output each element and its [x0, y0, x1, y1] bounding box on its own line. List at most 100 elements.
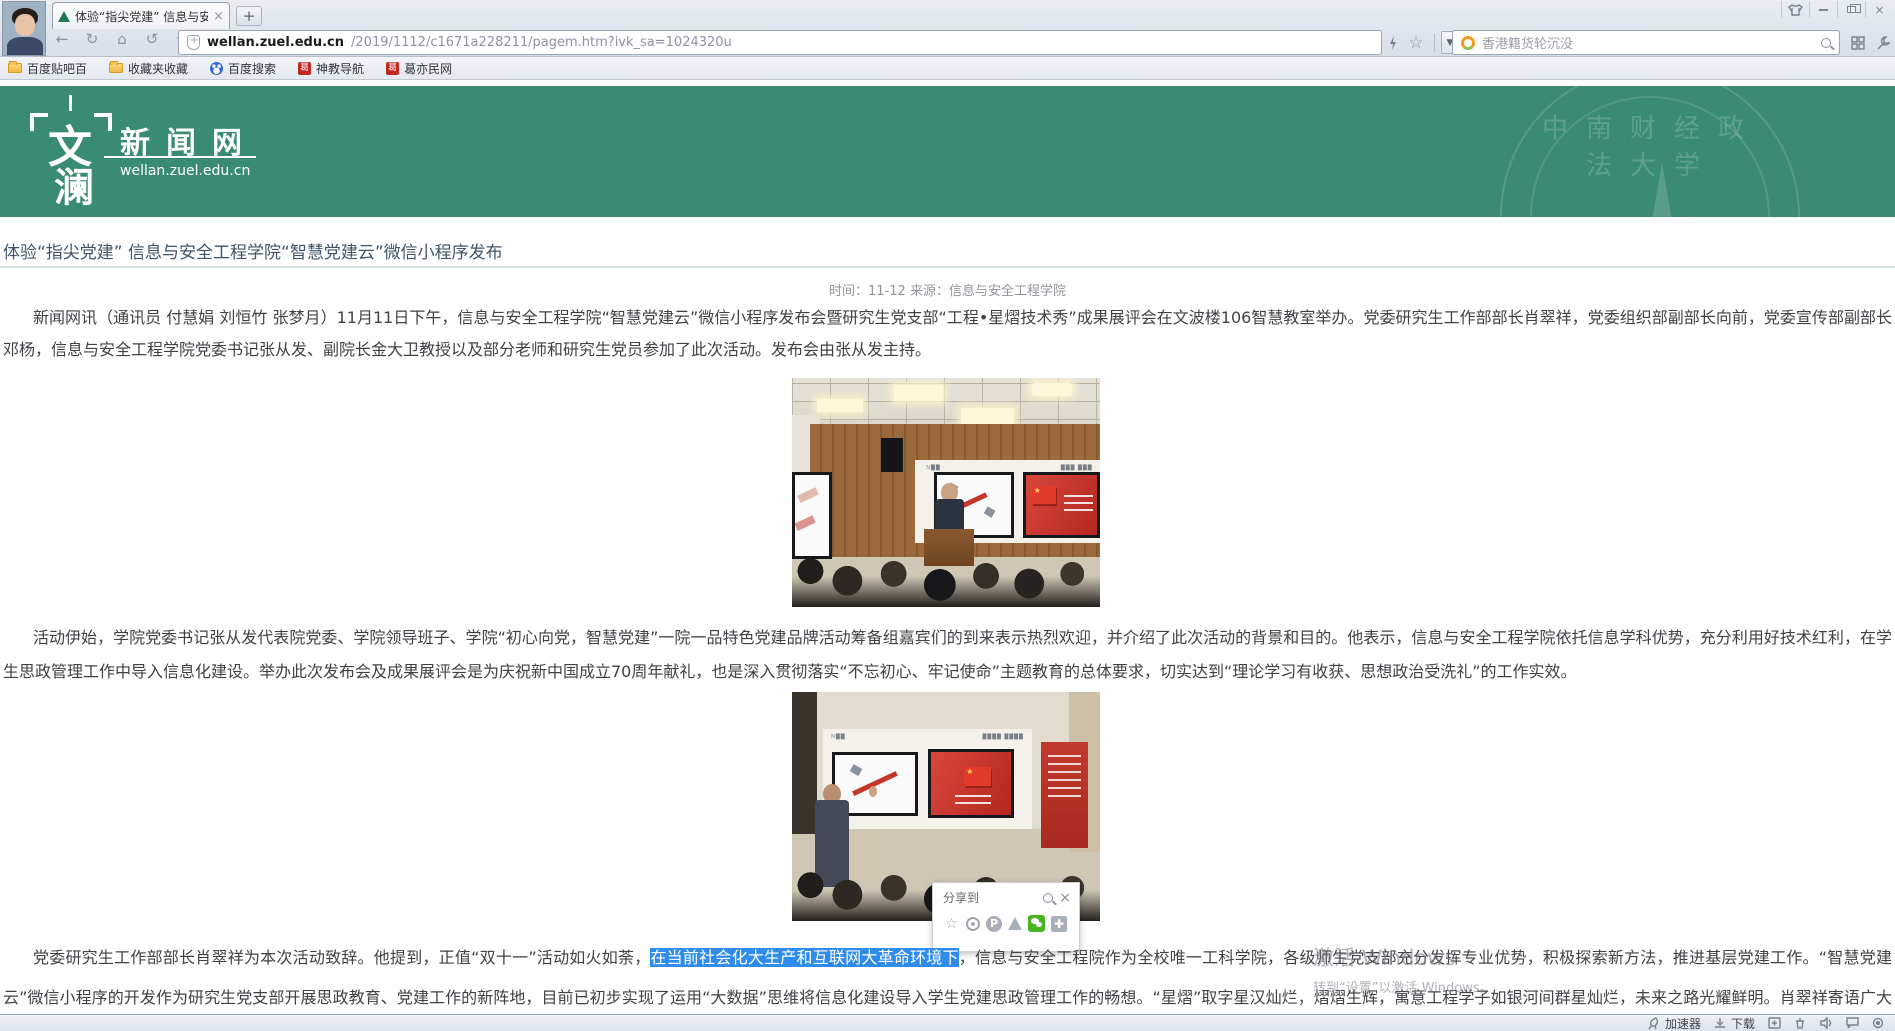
photo-speaker	[881, 438, 903, 472]
search-engine-icon[interactable]	[1461, 36, 1475, 50]
tab-close-icon[interactable]: ×	[213, 9, 224, 24]
bookmark-item[interactable]: 葛 神教导航	[298, 60, 364, 77]
avatar-face	[15, 14, 35, 36]
bookmark-label: 葛亦民网	[404, 60, 452, 77]
close-button[interactable]: ×	[1865, 1, 1893, 18]
qzone-star-icon[interactable]: ☆	[943, 915, 960, 932]
logo-tick	[69, 95, 72, 111]
restore-button[interactable]	[1837, 1, 1865, 18]
article-title: 体验“指尖党建” 信息与安全工程学院“智慧党建云”微信小程序发布	[3, 238, 503, 263]
board-brand: ████ ████	[983, 734, 1024, 740]
slide	[1026, 475, 1097, 535]
download-icon	[1713, 1017, 1727, 1029]
slide-ribbon	[795, 515, 816, 531]
address-bar[interactable]: wellan.zuel.edu.cn/2019/1112/c1671a22821…	[178, 30, 1382, 55]
p3-text-before: 党委研究生工作部部长肖翠祥为本次活动致辞。他提到，正值“双十一”活动如火如荼，	[33, 948, 650, 967]
slide-chip	[983, 506, 995, 518]
back-button[interactable]: ←	[50, 27, 74, 51]
article-paragraph-2: 活动伊始，学院党委书记张从发代表院党委、学院领导班子、学院“初心向党，智慧党建”…	[0, 621, 1895, 689]
sound-icon[interactable]	[1819, 1017, 1833, 1029]
p3-highlighted-selection: 在当前社会化大生产和互联网大革命环境下	[650, 948, 958, 967]
tab-title: 体验“指尖党建” 信息与安全工	[75, 8, 208, 25]
search-icon[interactable]	[1821, 38, 1831, 48]
ceiling-light	[817, 399, 863, 413]
bookmark-item[interactable]: 收藏夹收藏	[109, 60, 188, 77]
tab-favicon	[58, 11, 70, 22]
feedback-icon[interactable]	[1845, 1017, 1859, 1029]
title-divider	[0, 266, 1895, 268]
folder-icon	[109, 63, 123, 73]
folder-icon	[8, 63, 22, 73]
audience	[792, 538, 1100, 607]
photo-doorway	[792, 692, 817, 834]
share-search-icon[interactable]	[1043, 893, 1053, 903]
add-box-icon[interactable]	[1767, 1017, 1781, 1029]
weibo-icon[interactable]	[966, 917, 980, 931]
cleaner-icon[interactable]	[1793, 1017, 1807, 1029]
right-screen	[1023, 472, 1100, 538]
board-brand: ███ ███	[1061, 465, 1093, 471]
wenlan-logo[interactable]: 文 澜	[30, 99, 112, 199]
share-close-icon[interactable]: ×	[1059, 890, 1071, 906]
wechat-icon[interactable]	[1028, 915, 1045, 932]
url-path: /2019/1112/c1671a228211/pagem.htm?ivk_sa…	[351, 35, 732, 50]
seal-script-text: 中南财经政法大学	[1532, 108, 1772, 182]
bookmarks-bar: 百度贴吧百 收藏夹收藏 百度搜索 葛 神教导航 葛 葛亦民网	[0, 57, 1895, 80]
bookmark-item[interactable]: 百度搜索	[210, 60, 276, 77]
download-button[interactable]: 下载	[1713, 1015, 1755, 1031]
ge-site-icon: 葛	[386, 62, 399, 75]
browser-chrome: 体验“指尖党建” 信息与安全工 × + × ← ↻ ⌂ ↺ ☆ wellan.z…	[0, 0, 1895, 57]
pengyou-icon[interactable]: P	[986, 916, 1002, 932]
more-share-icon[interactable]: ✚	[1051, 916, 1067, 932]
rocket-icon	[1647, 1017, 1661, 1029]
browser-status-bar: 加速器 下载	[0, 1014, 1895, 1031]
slide-text-lines	[955, 790, 991, 804]
toolbar-separator	[1434, 34, 1435, 52]
accelerator-button[interactable]: 加速器	[1647, 1015, 1701, 1031]
slide-figure	[869, 786, 877, 796]
bookmark-label: 收藏夹收藏	[128, 60, 188, 77]
slide-chip	[850, 764, 862, 776]
site-header-banner: 文 澜 新闻网 wellan.zuel.edu.cn 中南财经政法大学	[0, 86, 1895, 217]
window-controls: ×	[1781, 0, 1893, 19]
logo-char-lan: 澜	[54, 155, 94, 213]
skin-icon[interactable]	[1781, 1, 1809, 18]
party-flag	[964, 767, 991, 786]
share-popup-title: 分享到	[943, 889, 1037, 906]
history-button[interactable]: ↺	[140, 27, 164, 51]
url-host: wellan.zuel.edu.cn	[207, 35, 344, 50]
wrench-menu-button[interactable]	[1872, 31, 1895, 55]
red-rollup-banner	[1041, 742, 1087, 847]
ceiling-light	[961, 408, 1013, 424]
bookmark-label: 百度贴吧百	[27, 60, 87, 77]
browser-window: 体验“指尖党建” 信息与安全工 × + × ← ↻ ⌂ ↺ ☆ wellan.z…	[0, 0, 1895, 1031]
restore-icon	[1847, 6, 1856, 13]
location-icon[interactable]	[1871, 1017, 1885, 1029]
home-button[interactable]: ⌂	[110, 27, 134, 51]
apps-grid-button[interactable]	[1846, 31, 1870, 55]
search-query[interactable]: 香港籍货轮沉没	[1482, 33, 1814, 52]
browser-tab[interactable]: 体验“指尖党建” 信息与安全工 ×	[52, 2, 230, 29]
minimize-icon	[1819, 8, 1828, 11]
site-security-icon[interactable]	[187, 35, 200, 50]
kaixin-icon[interactable]	[1008, 917, 1022, 930]
baidu-icon	[210, 62, 223, 75]
university-seal-watermark: 中南财经政法大学	[1500, 86, 1800, 217]
logo-divider	[104, 156, 256, 158]
lightning-icon[interactable]	[1388, 35, 1398, 51]
bookmark-item[interactable]: 百度贴吧百	[8, 60, 87, 77]
user-avatar[interactable]	[2, 1, 46, 56]
refresh-button[interactable]: ↻	[80, 27, 104, 51]
share-icons-row: ☆ P ✚	[933, 906, 1079, 932]
bookmark-item[interactable]: 葛 葛亦民网	[386, 60, 452, 77]
article-paragraph-1: 新闻网讯（通讯员 付慧娟 刘恒竹 张梦月）11月11日下午，信息与安全工程学院“…	[0, 302, 1895, 366]
nav-buttons: ← ↻ ⌂ ↺ ☆	[50, 27, 194, 51]
board-brand: N██	[831, 734, 845, 740]
favorite-star-icon[interactable]: ☆	[1404, 31, 1428, 55]
new-tab-button[interactable]: +	[236, 6, 262, 26]
search-box[interactable]: 香港籍货轮沉没	[1452, 30, 1840, 55]
share-popup-header: 分享到 ×	[933, 883, 1079, 906]
bookmark-label: 神教导航	[316, 60, 364, 77]
minimize-button[interactable]	[1809, 1, 1837, 18]
board-brand: N██	[926, 465, 940, 471]
